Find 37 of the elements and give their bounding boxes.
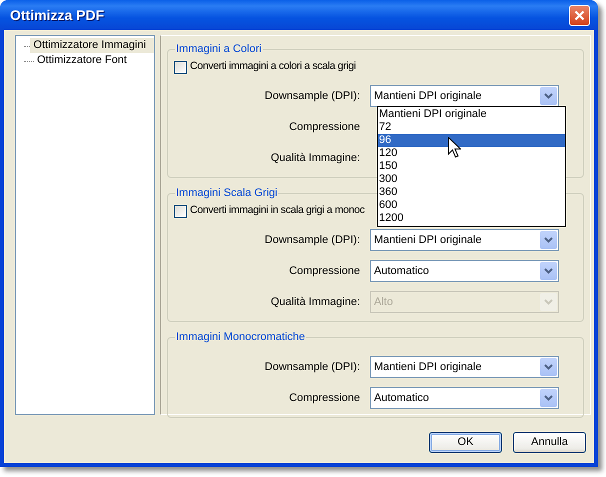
field-label: Compressione <box>288 264 361 279</box>
checkbox-label: Converti immagini a colori a scala grigi <box>190 59 356 74</box>
dropdown-option[interactable]: 600 <box>378 199 565 212</box>
field-label: Downsample (DPI): <box>264 88 361 104</box>
dropdown-option[interactable]: 120 <box>378 147 565 160</box>
field-label: Downsample (DPI): <box>264 232 361 248</box>
group-title: Immagini a Colori <box>175 42 263 56</box>
cursor-icon <box>448 137 461 158</box>
window-title: Ottimizza PDF <box>10 6 104 24</box>
dialog-button[interactable]: Annulla <box>513 432 586 453</box>
dropdown-option[interactable]: 300 <box>378 173 565 186</box>
checkbox[interactable] <box>174 204 187 218</box>
dropdown-field[interactable]: Mantieni DPI originale <box>370 356 559 378</box>
dropdown-field[interactable]: Automatico <box>370 260 559 282</box>
dropdown-field[interactable]: Mantieni DPI originale <box>370 85 559 107</box>
field-label: Compressione <box>288 120 361 135</box>
checkbox[interactable] <box>174 60 187 74</box>
dropdown-field[interactable]: Automatico <box>370 387 559 409</box>
field-label: Compressione <box>288 390 361 406</box>
tree-item[interactable]: Ottimizzatore Font <box>34 53 130 68</box>
dialog-button[interactable]: OK <box>429 432 502 453</box>
dropdown-option[interactable]: 1200 <box>378 212 565 225</box>
field-label: Qualità Immagine: <box>270 150 361 166</box>
dropdown-option[interactable]: Mantieni DPI originale <box>378 108 565 121</box>
dropdown-option[interactable]: 72 <box>378 121 565 134</box>
field-label: Qualità Immagine: <box>270 294 361 310</box>
dropdown-option[interactable]: 96 <box>378 134 565 147</box>
dropdown-field[interactable]: Mantieni DPI originale <box>370 229 559 251</box>
dropdown-option[interactable]: 150 <box>378 160 565 173</box>
tree-item[interactable]: Ottimizzatore Immagini <box>30 38 154 53</box>
group-title: Immagini Monocromatiche <box>175 330 306 344</box>
close-icon <box>574 10 585 20</box>
field-label: Downsample (DPI): <box>264 360 361 375</box>
group-title: Immagini Scala Grigi <box>175 186 278 200</box>
close-button[interactable] <box>569 4 590 26</box>
dropdown-option[interactable]: 360 <box>378 186 565 199</box>
checkbox-label: Converti immagini in scala grigi a monoc <box>190 203 364 218</box>
